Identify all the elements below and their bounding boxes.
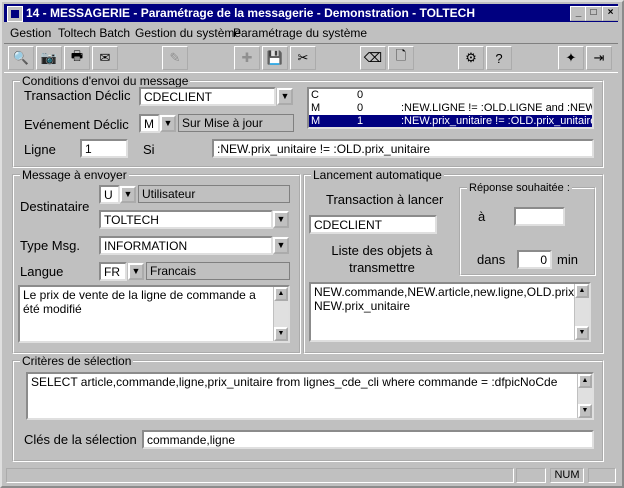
ligne-field[interactable]: 1 — [80, 139, 128, 158]
status-panel-2 — [588, 468, 616, 483]
menu-parametrage-systeme[interactable]: Paramétrage du système — [233, 26, 367, 40]
type-msg-label: Type Msg. — [20, 238, 80, 253]
transaction-lancer-field[interactable]: CDECLIENT — [309, 215, 437, 234]
langue-desc: Francais — [146, 262, 290, 280]
window-title: 14 - MESSAGERIE - Paramétrage de la mess… — [26, 6, 476, 20]
liste-objets-textarea[interactable]: NEW.commande,NEW.article,new.ligne,OLD.p… — [309, 282, 591, 342]
type-msg-dropdown[interactable]: ▼ — [273, 237, 289, 254]
list-item-selected[interactable]: M 1 :NEW.prix_unitaire != :OLD.prix_unit… — [309, 115, 592, 127]
settings-icon[interactable]: ✦ — [558, 46, 584, 70]
menu-toltech-batch[interactable]: Toltech Batch — [58, 26, 130, 40]
sql-text: SELECT article,commande,ligne,prix_unita… — [31, 375, 558, 389]
type-msg-field[interactable]: INFORMATION — [99, 236, 273, 255]
reponse-a-field[interactable] — [514, 207, 565, 226]
scroll-up-icon[interactable]: ▲ — [575, 284, 589, 298]
status-num: NUM — [550, 468, 584, 483]
evenement-code-field[interactable]: M — [139, 114, 160, 133]
title-bar[interactable]: 14 - MESSAGERIE - Paramétrage de la mess… — [4, 4, 619, 22]
message-scrollbar[interactable]: ▲ ▼ — [273, 287, 288, 341]
toolbar: 🔍 📷 🖶 ✉ ✎ ✚ 💾 ✂ ⌫ 🗋 ⚙ ? ✦ ⇥ — [4, 43, 618, 73]
status-panel-main — [6, 468, 514, 483]
conditions-list[interactable]: C 0 M 0 :NEW.LIGNE != :OLD.LIGNE and :NE… — [307, 87, 594, 129]
transaction-lancer-label: Transaction à lancer — [326, 192, 444, 207]
scroll-down-icon[interactable]: ▼ — [578, 404, 592, 418]
reponse-dans-field[interactable]: 0 — [517, 250, 552, 269]
langue-code-field[interactable]: FR — [99, 262, 127, 281]
conditions-legend: Conditions d'envoi du message — [22, 74, 189, 88]
search-icon[interactable]: 🔍 — [8, 46, 34, 70]
menu-bar: Gestion Toltech Batch Gestion du système… — [4, 24, 618, 42]
menu-gestion[interactable]: Gestion — [10, 26, 51, 40]
dans-label: dans — [477, 252, 506, 267]
scroll-down-icon[interactable]: ▼ — [575, 326, 589, 340]
evenement-declic-label: Evénement Déclic — [24, 117, 129, 132]
evenement-dropdown[interactable]: ▼ — [160, 115, 176, 132]
camera-icon[interactable]: 📷 — [36, 46, 62, 70]
criteres-legend: Critères de sélection — [22, 354, 132, 368]
list-item[interactable]: C 0 — [309, 89, 592, 102]
liste-objets-text: NEW.commande,NEW.article,new.ligne,OLD.p… — [314, 285, 591, 313]
status-bar: NUM — [4, 467, 618, 484]
sql-textarea[interactable]: SELECT article,commande,ligne,prix_unita… — [26, 372, 594, 420]
ligne-label: Ligne — [24, 142, 56, 157]
status-panel-1 — [516, 468, 546, 483]
destinataire-field[interactable]: TOLTECH — [99, 210, 273, 229]
a-label: à — [478, 209, 486, 224]
scroll-down-icon[interactable]: ▼ — [274, 327, 288, 341]
destinataire-code-field[interactable]: U — [99, 185, 120, 204]
langue-dropdown[interactable]: ▼ — [128, 263, 144, 280]
main-window: 14 - MESSAGERIE - Paramétrage de la mess… — [0, 0, 624, 488]
liste-objets-scrollbar[interactable]: ▲ ▼ — [574, 284, 589, 340]
save-icon[interactable]: 💾 — [262, 46, 288, 70]
app-icon[interactable] — [7, 6, 23, 22]
network-icon[interactable]: ⚙ — [458, 46, 484, 70]
eraser-icon[interactable]: ⌫ — [360, 46, 386, 70]
transaction-declic-dropdown[interactable]: ▼ — [277, 88, 293, 105]
list-item[interactable]: M 0 :NEW.LIGNE != :OLD.LIGNE and :NEW.L — [309, 102, 592, 115]
exit-icon[interactable]: ⇥ — [586, 46, 612, 70]
cles-selection-field[interactable]: commande,ligne — [142, 430, 594, 449]
destinataire-code-dropdown[interactable]: ▼ — [120, 186, 136, 203]
add-icon[interactable]: ✚ — [234, 46, 260, 70]
reponse-legend: Réponse souhaitée : — [469, 182, 570, 194]
lancement-legend: Lancement automatique — [313, 168, 442, 182]
close-button[interactable]: × — [602, 6, 619, 21]
si-label: Si — [143, 142, 155, 157]
message-body-text: Le prix de vente de la ligne de commande… — [23, 288, 256, 316]
menu-gestion-systeme[interactable]: Gestion du système — [135, 26, 241, 40]
sql-scrollbar[interactable]: ▲ ▼ — [577, 374, 592, 418]
scroll-up-icon[interactable]: ▲ — [274, 287, 288, 301]
destinataire-label: Destinataire — [20, 199, 90, 214]
edit-icon[interactable]: ✎ — [162, 46, 188, 70]
destinataire-dropdown[interactable]: ▼ — [273, 211, 289, 228]
transaction-declic-label: Transaction Déclic — [24, 88, 131, 103]
maximize-button[interactable]: □ — [585, 6, 602, 21]
help-icon[interactable]: ? — [486, 46, 512, 70]
langue-label: Langue — [20, 264, 64, 279]
new-document-icon[interactable]: 🗋 — [388, 46, 414, 70]
message-legend: Message à envoyer — [22, 168, 127, 182]
si-condition-field[interactable]: :NEW.prix_unitaire != :OLD.prix_unitaire — [212, 139, 594, 158]
min-label: min — [557, 252, 578, 267]
mail-icon[interactable]: ✉ — [92, 46, 118, 70]
cut-icon[interactable]: ✂ — [290, 46, 316, 70]
scroll-up-icon[interactable]: ▲ — [578, 374, 592, 388]
message-body-textarea[interactable]: Le prix de vente de la ligne de commande… — [18, 285, 290, 343]
liste-objets-label: Liste des objets à transmettre — [331, 243, 433, 275]
cles-selection-label: Clés de la sélection — [24, 432, 137, 447]
printer-icon[interactable]: 🖶 — [64, 46, 90, 70]
destinataire-desc: Utilisateur — [138, 185, 290, 203]
evenement-desc: Sur Mise à jour — [178, 114, 294, 132]
transaction-declic-field[interactable]: CDECLIENT — [139, 87, 276, 106]
